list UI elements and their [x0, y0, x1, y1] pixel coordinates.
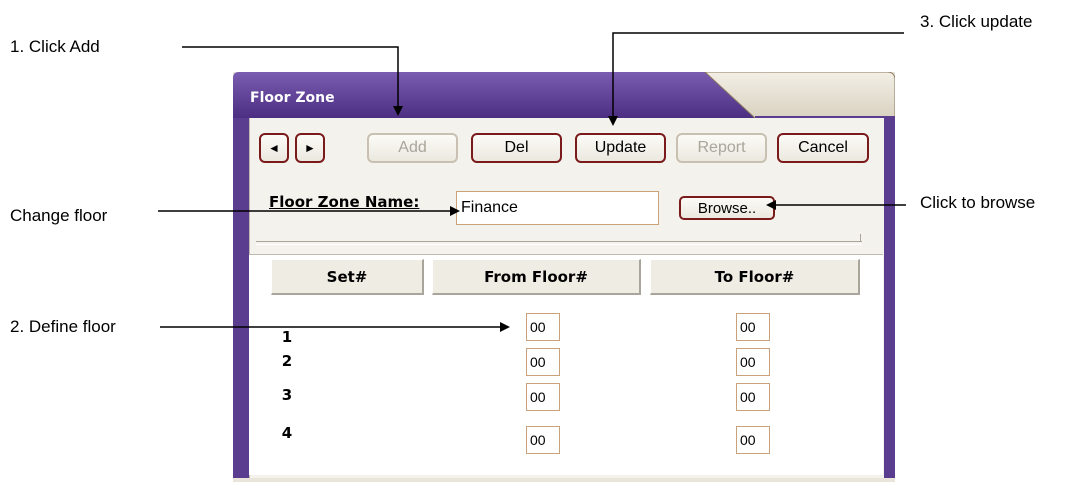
triangle-left-icon: ◄	[268, 141, 280, 155]
from-floor-input[interactable]	[526, 313, 560, 341]
callout-define-floor: 2. Define floor	[10, 317, 116, 336]
from-floor-input[interactable]	[526, 348, 560, 376]
separator	[256, 241, 862, 245]
floor-zone-name-label: Floor Zone Name:	[269, 193, 420, 211]
cancel-button-label: Cancel	[798, 139, 848, 156]
browse-button[interactable]: Browse..	[679, 196, 775, 220]
set-number: 3	[281, 386, 293, 404]
callout-click-browse: Click to browse	[920, 193, 1036, 212]
floor-zone-name-input[interactable]	[456, 191, 659, 225]
triangle-right-icon: ►	[304, 141, 316, 155]
column-header-to-floor: To Floor#	[650, 259, 860, 295]
add-button-label: Add	[398, 139, 427, 156]
update-button-label: Update	[594, 139, 647, 156]
set-number: 2	[281, 352, 293, 370]
report-button-label: Report	[697, 139, 746, 156]
report-button[interactable]: Report	[676, 133, 767, 163]
cancel-button[interactable]: Cancel	[777, 133, 869, 163]
set-number: 4	[281, 424, 293, 442]
separator-tick	[860, 234, 861, 242]
window-title: Floor Zone	[250, 90, 335, 106]
from-floor-input[interactable]	[526, 383, 560, 411]
delete-button-label: Del	[504, 139, 529, 156]
column-header-set: Set#	[271, 259, 424, 295]
to-floor-input[interactable]	[736, 348, 770, 376]
callout-change-floor: Change floor	[10, 206, 108, 225]
to-floor-input[interactable]	[736, 313, 770, 341]
next-record-button[interactable]: ►	[295, 133, 325, 163]
column-header-from-floor: From Floor#	[432, 259, 641, 295]
callout-click-add: 1. Click Add	[10, 37, 100, 56]
window-frame-right	[883, 118, 895, 478]
set-number: 1	[281, 328, 293, 346]
to-floor-input[interactable]	[736, 426, 770, 454]
to-floor-input[interactable]	[736, 383, 770, 411]
browse-button-label: Browse..	[697, 199, 757, 217]
window-frame-left	[233, 118, 249, 478]
delete-button[interactable]: Del	[471, 133, 562, 163]
prev-record-button[interactable]: ◄	[259, 133, 289, 163]
from-floor-input[interactable]	[526, 426, 560, 454]
add-button[interactable]: Add	[367, 133, 458, 163]
update-button[interactable]: Update	[575, 133, 666, 163]
callout-click-update: 3. Click update	[920, 12, 1033, 31]
